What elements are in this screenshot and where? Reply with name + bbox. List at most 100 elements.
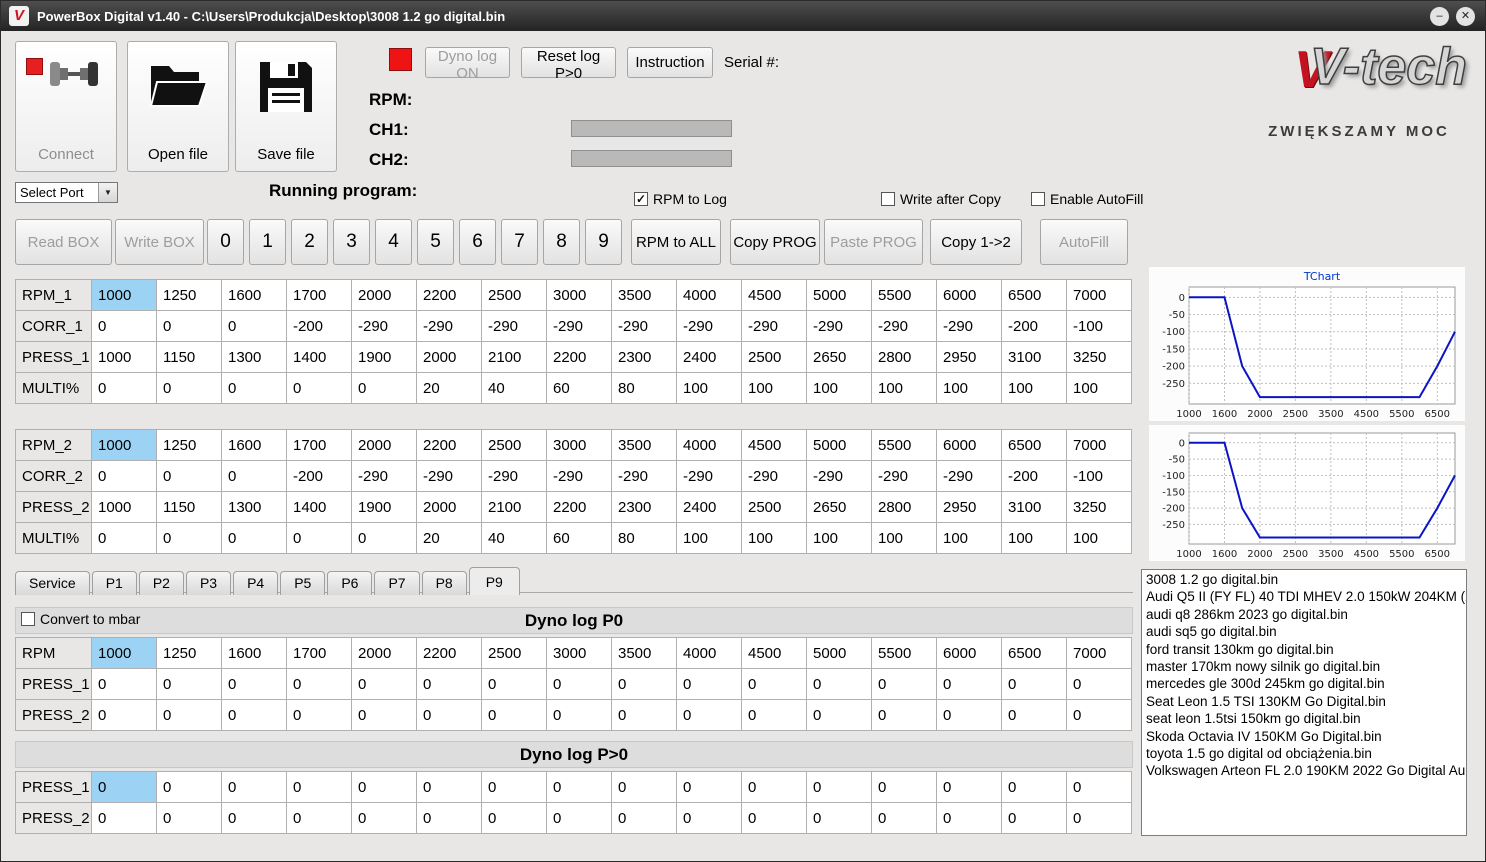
table-cell[interactable]: -290 — [352, 311, 417, 342]
table-cell[interactable]: 0 — [287, 700, 352, 731]
table-cell[interactable]: 0 — [222, 772, 287, 803]
table-cell[interactable]: 0 — [157, 803, 222, 834]
table-cell[interactable]: 1900 — [352, 342, 417, 373]
table-cell[interactable]: 100 — [677, 523, 742, 554]
table-cell[interactable]: -290 — [482, 461, 547, 492]
table-cell[interactable]: 2500 — [482, 430, 547, 461]
table-cell[interactable]: 5000 — [807, 430, 872, 461]
read-box-button[interactable]: Read BOX — [15, 219, 112, 265]
table-cell[interactable]: 1150 — [157, 342, 222, 373]
table-cell[interactable]: 2200 — [417, 638, 482, 669]
table-cell[interactable]: 0 — [482, 669, 547, 700]
table-cell[interactable]: 0 — [92, 803, 157, 834]
table-cell[interactable]: 3500 — [612, 430, 677, 461]
table-cell[interactable]: 0 — [222, 523, 287, 554]
file-list-item[interactable]: toyota 1.5 go digital od obciążenia.bin — [1142, 745, 1466, 762]
table-cell[interactable]: -290 — [677, 311, 742, 342]
table-cell[interactable]: -290 — [807, 311, 872, 342]
digit-button-9[interactable]: 9 — [585, 219, 622, 265]
table-cell[interactable]: 100 — [937, 373, 1002, 404]
table-cell[interactable]: 0 — [1002, 803, 1067, 834]
table-cell[interactable]: 80 — [612, 523, 677, 554]
table-cell[interactable]: 0 — [547, 669, 612, 700]
table-cell[interactable]: 100 — [872, 523, 937, 554]
table-cell[interactable]: 0 — [92, 772, 157, 803]
table-cell[interactable]: 3000 — [547, 430, 612, 461]
table-cell[interactable]: 60 — [547, 523, 612, 554]
table-cell[interactable]: 1300 — [222, 492, 287, 523]
table-cell[interactable]: 0 — [222, 311, 287, 342]
table-cell[interactable]: -290 — [547, 461, 612, 492]
table-cell[interactable]: 3500 — [612, 638, 677, 669]
table-cell[interactable]: 0 — [157, 669, 222, 700]
table-cell[interactable]: 2400 — [677, 492, 742, 523]
table-cell[interactable]: 0 — [287, 772, 352, 803]
table-cell[interactable]: 3000 — [547, 638, 612, 669]
enable-autofill-checkbox[interactable]: Enable AutoFill — [1031, 191, 1143, 207]
table-cell[interactable]: 0 — [742, 803, 807, 834]
table-cell[interactable]: 0 — [1002, 772, 1067, 803]
table-cell[interactable]: -290 — [807, 461, 872, 492]
table-cell[interactable]: -290 — [937, 311, 1002, 342]
file-list-item[interactable]: Seat Leon 1.5 TSI 130KM Go Digital.bin — [1142, 693, 1466, 710]
table-cell[interactable]: 0 — [1067, 700, 1132, 731]
write-box-button[interactable]: Write BOX — [115, 219, 204, 265]
table-cell[interactable]: 0 — [742, 772, 807, 803]
table-cell[interactable]: 3100 — [1002, 342, 1067, 373]
rpm-to-log-checkbox[interactable]: RPM to Log — [634, 191, 727, 207]
table-cell[interactable]: 0 — [677, 803, 742, 834]
digit-button-3[interactable]: 3 — [333, 219, 370, 265]
table-cell[interactable]: 0 — [352, 669, 417, 700]
table-cell[interactable]: 0 — [547, 700, 612, 731]
table-cell[interactable]: 1000 — [92, 280, 157, 311]
table-cell[interactable]: 0 — [482, 772, 547, 803]
table-cell[interactable]: 1600 — [222, 430, 287, 461]
table-cell[interactable]: 0 — [417, 772, 482, 803]
table-cell[interactable]: 1400 — [287, 342, 352, 373]
tab-p3[interactable]: P3 — [185, 571, 232, 595]
table-cell[interactable]: 1400 — [287, 492, 352, 523]
table-cell[interactable]: -290 — [547, 311, 612, 342]
file-list-item[interactable]: mercedes gle 300d 245km go digital.bin — [1142, 675, 1466, 692]
copy-prog-button[interactable]: Copy PROG — [730, 219, 820, 265]
table-cell[interactable]: -290 — [742, 461, 807, 492]
table-cell[interactable]: 1250 — [157, 638, 222, 669]
table-cell[interactable]: -200 — [287, 461, 352, 492]
table-cell[interactable]: 2500 — [482, 638, 547, 669]
table-cell[interactable]: 0 — [872, 803, 937, 834]
table-cell[interactable]: 2200 — [547, 342, 612, 373]
table-cell[interactable]: 5500 — [872, 638, 937, 669]
autofill-button[interactable]: AutoFill — [1040, 219, 1128, 265]
table-cell[interactable]: 7000 — [1067, 638, 1132, 669]
table-cell[interactable]: 0 — [937, 803, 1002, 834]
rpm-to-all-button[interactable]: RPM to ALL — [631, 219, 721, 265]
tab-service[interactable]: Service — [15, 571, 90, 595]
dyno-log-on-button[interactable]: Dyno log ON — [425, 47, 510, 82]
table-cell[interactable]: 2000 — [352, 280, 417, 311]
table-cell[interactable]: 0 — [612, 772, 677, 803]
table-cell[interactable]: 3000 — [547, 280, 612, 311]
table-cell[interactable]: 2200 — [547, 492, 612, 523]
table-cell[interactable]: -290 — [872, 461, 937, 492]
tab-p8[interactable]: P8 — [421, 571, 467, 595]
table-cell[interactable]: 0 — [352, 373, 417, 404]
reset-log-button[interactable]: Reset log P>0 — [521, 47, 616, 82]
table-cell[interactable]: 2650 — [807, 492, 872, 523]
digit-button-2[interactable]: 2 — [291, 219, 328, 265]
instruction-button[interactable]: Instruction — [627, 47, 713, 78]
table-cell[interactable]: 2800 — [872, 342, 937, 373]
table-cell[interactable]: 0 — [157, 523, 222, 554]
table-cell[interactable]: 0 — [482, 803, 547, 834]
table-cell[interactable]: -200 — [1002, 311, 1067, 342]
table-cell[interactable]: -290 — [417, 311, 482, 342]
table-cell[interactable]: 3250 — [1067, 342, 1132, 373]
table-cell[interactable]: 0 — [742, 669, 807, 700]
table-cell[interactable]: 1700 — [287, 638, 352, 669]
table-cell[interactable]: -290 — [742, 311, 807, 342]
table-cell[interactable]: 2500 — [742, 492, 807, 523]
table-cell[interactable]: 2300 — [612, 342, 677, 373]
table-cell[interactable]: 2500 — [482, 280, 547, 311]
table-cell[interactable]: -290 — [612, 311, 677, 342]
tab-p9[interactable]: P9 — [468, 567, 520, 595]
table-cell[interactable]: 0 — [807, 700, 872, 731]
